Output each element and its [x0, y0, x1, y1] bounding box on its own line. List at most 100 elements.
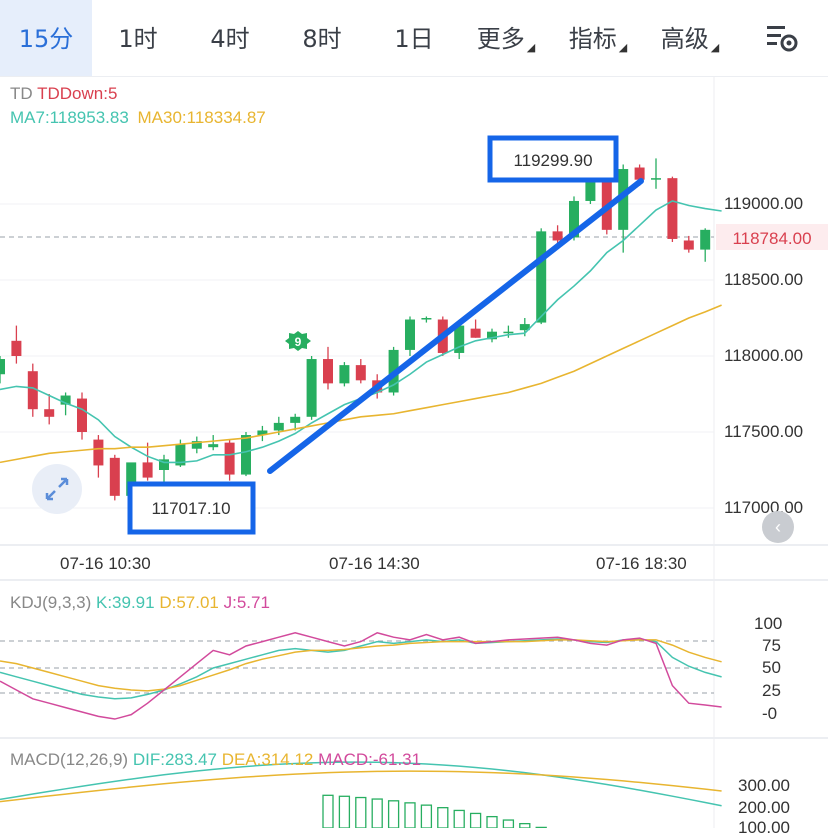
high-annotation-text: 119299.90	[513, 151, 592, 170]
time-tick: 07-16 14:30	[329, 554, 420, 573]
macd-hist-bar	[469, 812, 482, 828]
kdj-d-line	[0, 639, 722, 692]
price-tick: 117500.00	[724, 422, 804, 441]
kdj-tick: -0	[762, 704, 778, 723]
kdj-k-value: K:39.91	[95, 593, 155, 612]
candle-down	[93, 439, 104, 466]
chart-area: 119299.90 117017.10 9 118784.00 TD TDDow…	[0, 76, 828, 837]
candle-down	[552, 231, 563, 241]
kdj-d-value: D:57.01	[159, 593, 219, 612]
macd-hist-bar	[437, 807, 449, 828]
candle-down	[355, 365, 366, 381]
kline-chart[interactable]: 119299.90 117017.10 9 118784.00	[0, 76, 828, 828]
candle-down	[77, 398, 87, 432]
macd-hist-bar	[486, 815, 498, 828]
macd-hist-bar	[387, 800, 400, 828]
macd-dea-value: DEA:314.12	[221, 750, 314, 769]
candle-down	[224, 442, 235, 475]
ma7-value: MA7:118953.83	[10, 108, 129, 127]
macd-hist-value: MACD:-61.31	[318, 750, 422, 769]
ma30-value: MA30:118334.87	[137, 108, 266, 127]
tab-1h[interactable]: 1时	[92, 0, 184, 76]
kdj-legend: KDJ(9,3,3) K:39.91 D:57.01 J:5.71	[10, 593, 270, 613]
candle-down	[683, 240, 694, 250]
time-tick: 07-16 18:30	[596, 554, 687, 573]
ma7-line	[0, 200, 722, 464]
candle-up	[306, 359, 317, 417]
candle-up	[536, 231, 547, 323]
kdj-tick: 100	[754, 614, 783, 633]
timeframe-tabbar: 15分 1时 4时 8时 1日 更多 ◢ 指标 ◢ 高级 ◢	[0, 0, 828, 77]
macd-hist-bar	[404, 802, 416, 828]
kdj-lines-layer	[0, 631, 722, 720]
tab-label: 1日	[394, 25, 434, 53]
price-tick: 118000.00	[724, 346, 804, 365]
tab-4h[interactable]: 4时	[184, 0, 276, 76]
macd-hist-bar	[338, 795, 351, 828]
candle-down	[109, 457, 120, 496]
main-legend-row2: MA7:118953.83 MA30:118334.87	[10, 108, 266, 128]
chart-settings-svg	[767, 26, 798, 52]
candle-down	[44, 409, 55, 417]
tab-label: 15分	[18, 25, 74, 53]
candles-layer	[0, 158, 727, 506]
candle-down	[470, 328, 481, 338]
macd-hist-bar	[453, 809, 465, 828]
tab-label: 高级	[660, 25, 709, 53]
collapse-price-axis-icon[interactable]: ‹	[762, 511, 794, 543]
tab-more[interactable]: 更多 ◢	[460, 0, 552, 76]
td-down-value: TDDown:5	[37, 84, 118, 103]
candle-down	[11, 340, 22, 356]
dropdown-triangle-icon: ◢	[618, 41, 628, 54]
candle-up	[421, 318, 432, 320]
kdj-j-value: J:5.71	[223, 593, 270, 612]
tab-label: 8时	[302, 25, 342, 53]
macd-name: MACD(12,26,9)	[10, 750, 129, 769]
tab-advanced[interactable]: 高级 ◢	[644, 0, 736, 76]
ma30-line	[0, 304, 722, 464]
candle-down	[667, 178, 678, 239]
candle-up	[273, 422, 284, 431]
kdj-tick: 25	[762, 681, 781, 700]
candle-up	[339, 365, 350, 384]
macd-tick: 300.00	[738, 776, 790, 795]
candle-up	[241, 435, 251, 475]
candle-up	[290, 416, 301, 423]
macd-dif-value: DIF:283.47	[132, 750, 217, 769]
td-nine-text: 9	[295, 335, 302, 349]
kdj-tick: 75	[762, 636, 781, 655]
price-tick: 119000.00	[724, 194, 804, 213]
tab-label: 更多	[476, 25, 525, 53]
dropdown-triangle-icon: ◢	[526, 41, 536, 54]
price-tick: 117000.00	[724, 498, 804, 517]
trend-line	[267, 178, 644, 474]
candle-down	[634, 167, 645, 180]
tab-15min[interactable]: 15分	[0, 0, 92, 76]
tab-indicators[interactable]: 指标 ◢	[552, 0, 644, 76]
macd-hist-bar	[420, 804, 433, 828]
candle-up	[405, 319, 415, 350]
candle-up	[0, 359, 5, 375]
candle-down	[323, 359, 333, 384]
macd-hist-bar	[519, 822, 531, 828]
ma-lines-layer	[0, 200, 722, 464]
candle-down	[142, 462, 153, 478]
candle-up	[208, 444, 219, 448]
expand-chart-icon[interactable]	[32, 464, 82, 514]
tab-1d[interactable]: 1日	[368, 0, 460, 76]
macd-hist-bar	[502, 819, 515, 828]
macd-hist-bar	[322, 794, 334, 828]
macd-legend: MACD(12,26,9) DIF:283.47 DEA:314.12 MACD…	[10, 750, 421, 770]
macd-tick: 200.00	[738, 798, 790, 817]
td-label: TD	[10, 84, 33, 103]
time-tick: 07-16 10:30	[60, 554, 151, 573]
price-tick: 118500.00	[724, 270, 804, 289]
tab-label: 1时	[118, 25, 158, 53]
macd-tick: 100.00	[738, 818, 790, 837]
macd-hist-bar	[371, 798, 383, 828]
last-price-text: 118784.00	[732, 229, 811, 248]
main-legend-row1: TD TDDown:5	[10, 84, 117, 104]
candle-up	[651, 178, 661, 180]
tab-8h[interactable]: 8时	[276, 0, 368, 76]
chart-settings-icon[interactable]	[764, 22, 800, 54]
